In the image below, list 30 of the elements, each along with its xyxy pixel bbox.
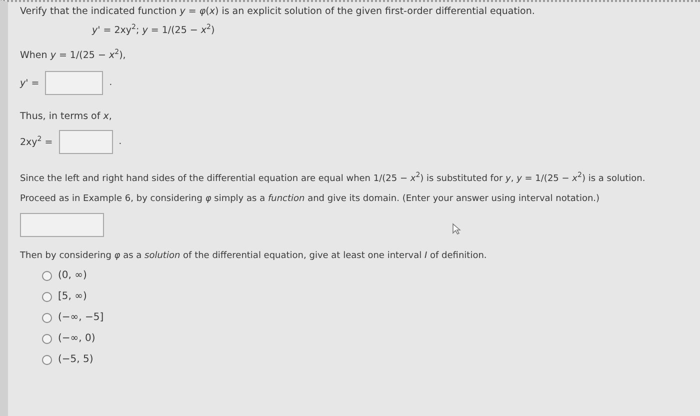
equation-text: y' = 2xy$^{2}$; y = 1/(25 − x$^{2}$) xyxy=(92,25,216,36)
instruction-text: Thus, in terms of x, xyxy=(20,111,113,122)
radio-button[interactable] xyxy=(42,312,52,322)
answer-field[interactable] xyxy=(20,213,104,237)
period-text: . xyxy=(118,137,122,147)
condition-text: When y = 1/(25 − x$^{2}$), xyxy=(20,50,127,61)
radio-option[interactable]: (−5, 5) xyxy=(42,349,700,370)
radio-option[interactable]: (0, ∞) xyxy=(42,265,700,286)
option-label: (0, ∞) xyxy=(58,270,87,281)
answer-field[interactable] xyxy=(58,130,113,154)
explanation-text: Since the left and right hand sides of the differential equation are equal when 1/(25 − x$^{2}$) is substituted for y, y = 1/(25 − x$^{2}$) is a solution. xyxy=(20,174,646,184)
answer-label: y' = xyxy=(20,78,40,88)
answer-label: 2xy$^{2}$ = xyxy=(20,136,53,148)
radio-option[interactable]: [5, ∞) xyxy=(42,286,700,307)
radio-button[interactable] xyxy=(42,354,52,364)
option-label: (−∞, −5] xyxy=(58,312,104,323)
radio-button[interactable] xyxy=(42,292,52,302)
radio-option[interactable]: (−∞, 0) xyxy=(42,328,700,349)
question-text: Then by considering φ as a solution of the differential equation, give at least one interval I of definition. xyxy=(20,251,488,261)
radio-button[interactable] xyxy=(42,270,52,280)
radio-button[interactable] xyxy=(42,334,52,344)
instruction-text: Verify that the indicated function y = φ(x) is an explicit solution of the given first-order differential equation. xyxy=(20,6,536,17)
answer-field[interactable] xyxy=(45,71,104,95)
option-label: (−5, 5) xyxy=(58,354,94,365)
cursor-icon xyxy=(452,223,461,235)
option-label: [5, ∞) xyxy=(58,291,87,302)
period-text: . xyxy=(109,78,112,88)
option-label: (−∞, 0) xyxy=(58,333,96,344)
radio-option[interactable]: (−∞, −5] xyxy=(42,307,700,328)
instruction-text: Proceed as in Example 6, by considering φ simply as a function and give its domain. (Enter your answer using interval notation.) xyxy=(20,194,601,204)
